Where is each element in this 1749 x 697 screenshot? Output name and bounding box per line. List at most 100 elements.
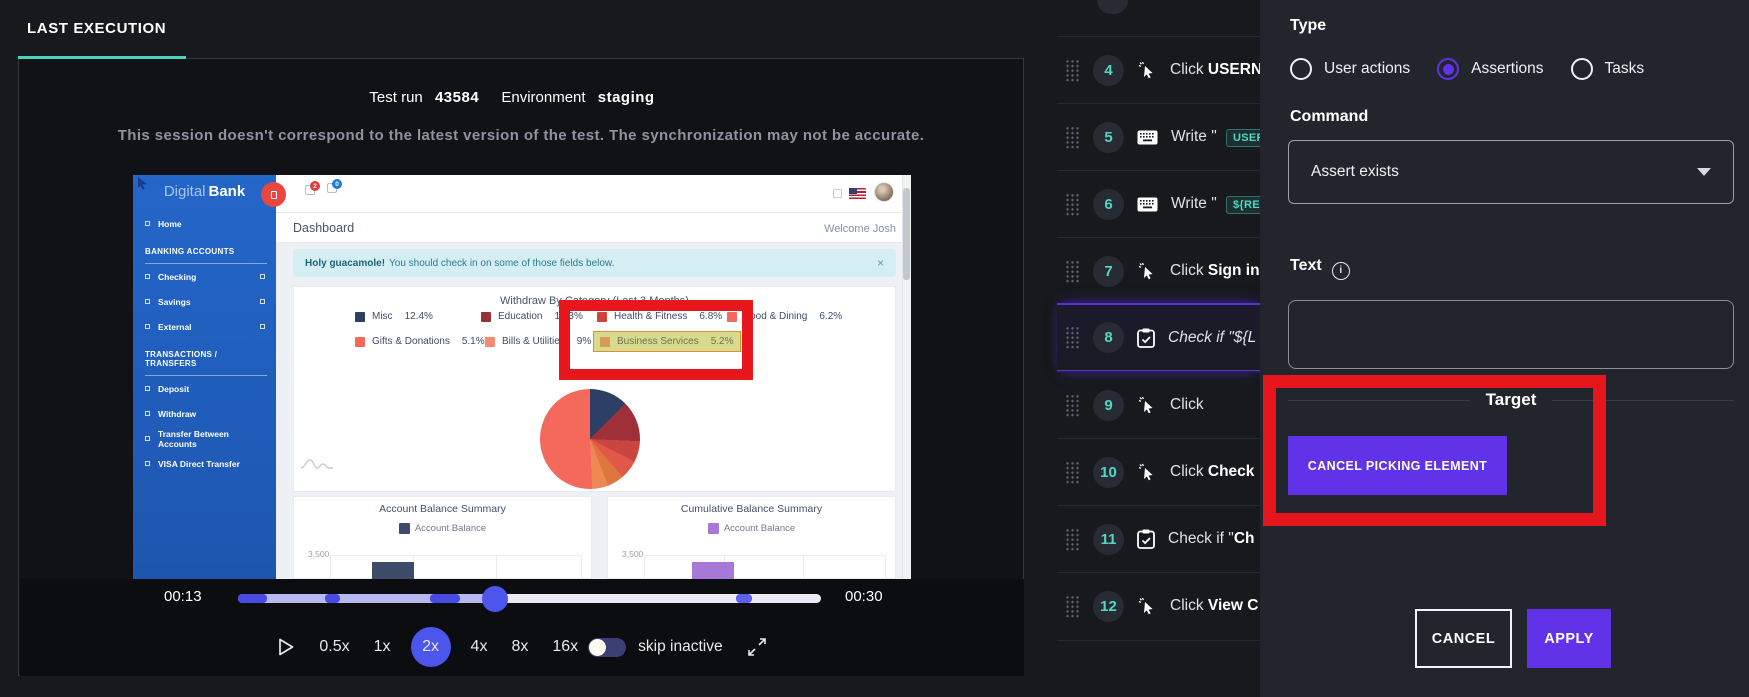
apply-button[interactable]: APPLY — [1527, 609, 1611, 668]
speed-0.5x[interactable]: 0.5x — [319, 638, 349, 656]
progress-handle[interactable] — [481, 586, 508, 612]
step-row-11[interactable]: 11 Check if "Ch — [1057, 505, 1260, 572]
bullet-icon — [145, 461, 150, 466]
drag-handle-icon[interactable] — [1065, 125, 1079, 149]
fullscreen-icon[interactable] — [747, 637, 767, 657]
chevron-down-icon — [1697, 168, 1711, 176]
info-icon[interactable]: i — [1331, 261, 1350, 280]
drag-handle-icon[interactable] — [1065, 259, 1079, 283]
legend-value: 12.4% — [404, 311, 433, 322]
drag-handle-icon[interactable] — [1065, 527, 1079, 551]
step-row-12[interactable]: 12 Click View C — [1057, 572, 1260, 639]
bank-titlebar: Dashboard Welcome Josh — [276, 213, 911, 243]
app-root: LAST EXECUTION Test run 43584 Environmen… — [0, 0, 1749, 697]
drag-handle-icon[interactable] — [1065, 326, 1079, 349]
speed-2x[interactable]: 2x — [410, 627, 451, 667]
speed-8x[interactable]: 8x — [511, 638, 528, 656]
type-heading: Type — [1290, 17, 1327, 34]
sync-warning: This session doesn't correspond to the l… — [117, 127, 925, 144]
legend-swatch — [398, 523, 410, 534]
progress-marker — [238, 594, 268, 603]
sidebar-item-label: Withdraw — [158, 408, 197, 419]
sparkline-icon — [300, 459, 333, 469]
bullet-icon — [145, 324, 150, 329]
step-row-8[interactable]: 8 Check if "${L — [1057, 303, 1260, 372]
summary-card-title: Account Balance Summary — [379, 503, 506, 515]
radio-icon — [1290, 58, 1312, 80]
radio-label: Assertions — [1471, 60, 1544, 77]
video-frame[interactable]: Digital Bank Home BANKING ACCOUNTS Checking… — [133, 175, 911, 579]
tab-last-execution[interactable]: LAST EXECUTION — [27, 20, 166, 37]
sidebar-item-checking: Checking — [145, 264, 267, 289]
cancel-button[interactable]: CANCEL — [1415, 609, 1512, 668]
progress-marker — [736, 594, 752, 603]
legend-label: Gifts & Donations — [372, 336, 450, 347]
speed-1x[interactable]: 1x — [374, 638, 391, 656]
type-radio-user-actions[interactable]: User actions — [1290, 58, 1410, 80]
legend-swatch — [355, 336, 365, 347]
drag-handle-icon[interactable] — [1065, 192, 1079, 216]
legend-label: Education — [498, 311, 543, 322]
elapsed-time: 00:13 — [164, 588, 202, 605]
assertion-text-input[interactable] — [1288, 300, 1734, 369]
command-select[interactable]: Assert exists — [1288, 140, 1734, 204]
summary-card: Cumulative Balance Summary Account Balanc… — [607, 496, 896, 579]
previous-step-partial — [1097, 0, 1128, 14]
notification-badge: 2 — [305, 181, 320, 195]
sidebar-item-transfer-between-accounts: Transfer Between Accounts — [145, 426, 267, 451]
sidebar-item-withdraw: Withdraw — [145, 401, 267, 426]
step-row-7[interactable]: 7 Click Sign in — [1057, 237, 1260, 304]
trailing-square-icon — [260, 324, 265, 329]
sidebar-item-label: Deposit — [158, 383, 190, 394]
radio-label: Tasks — [1604, 60, 1645, 77]
type-radio-assertions[interactable]: Assertions — [1437, 58, 1544, 80]
sidebar-item-home: Home — [145, 211, 267, 236]
steps-list: 4 Click USERN 5 Write " USER 6 Write " ${RE 7 C… — [1025, 0, 1260, 697]
step-number: 5 — [1093, 121, 1124, 153]
sidebar-item-label: Savings — [158, 296, 191, 307]
sidebar-item-deposit: Deposit — [145, 376, 267, 401]
sidebar-section-header: TRANSACTIONS / TRANSFERS — [145, 350, 267, 376]
bank-page-title: Dashboard — [293, 221, 355, 235]
bank-logo: Digital Bank — [163, 183, 246, 200]
legend-swatch — [355, 311, 365, 322]
welcome-text: Welcome Josh — [824, 223, 896, 235]
avatar — [874, 182, 894, 202]
row-divider — [1057, 640, 1260, 641]
legend-label: Bills & Utilities — [502, 336, 565, 347]
alert-close-icon: × — [876, 256, 884, 270]
progress-bar[interactable] — [238, 586, 821, 612]
step-number: 12 — [1093, 590, 1124, 622]
step-row-5[interactable]: 5 Write " USER — [1057, 103, 1260, 170]
drag-handle-icon[interactable] — [1065, 58, 1079, 82]
drag-handle-icon[interactable] — [1065, 594, 1079, 618]
sidebar-item-label: VISA Direct Transfer — [158, 458, 240, 469]
cursor-icon — [1137, 596, 1157, 616]
picked-element-highlight-rectangle — [559, 300, 753, 380]
cursor-icon — [1137, 261, 1157, 281]
skip-inactive-toggle[interactable] — [588, 637, 627, 657]
play-icon[interactable] — [277, 637, 295, 657]
step-row-10[interactable]: 10 Click Check — [1057, 438, 1260, 505]
step-row-6[interactable]: 6 Write " ${RE — [1057, 170, 1260, 237]
video-player-bar: 00:13 00:30 0.5x 1x 2x 4x 8x 16x skip inactive — [20, 579, 1024, 676]
step-number: 6 — [1093, 188, 1124, 220]
step-number: 9 — [1093, 389, 1124, 421]
bullet-icon — [145, 221, 150, 226]
type-radio-tasks[interactable]: Tasks — [1570, 58, 1645, 80]
step-row-4[interactable]: 4 Click USERN — [1057, 36, 1260, 103]
environment-value: staging — [597, 89, 655, 106]
speed-16x[interactable]: 16x — [552, 638, 578, 656]
step-row-9[interactable]: 9 Click — [1057, 371, 1260, 438]
drag-handle-icon[interactable] — [1065, 393, 1079, 417]
radio-selected-icon — [1437, 58, 1460, 80]
sidebar-item-visa-direct-transfer: VISA Direct Transfer — [145, 451, 267, 476]
summary-card: Account Balance Summary Account Balance 3,… — [293, 496, 592, 579]
keyboard-icon — [1137, 130, 1158, 145]
drag-handle-icon[interactable] — [1065, 460, 1079, 484]
speed-4x[interactable]: 4x — [471, 638, 488, 656]
bullet-icon — [145, 299, 150, 304]
step-label: Click Check — [1170, 463, 1255, 480]
alert-text: You should check in on some of those fie… — [389, 257, 615, 269]
chart-grid — [644, 555, 886, 578]
